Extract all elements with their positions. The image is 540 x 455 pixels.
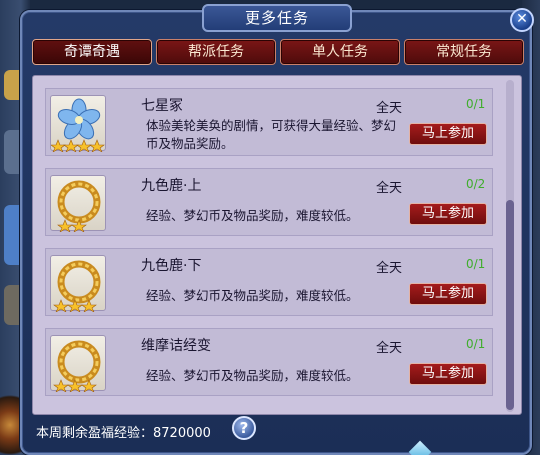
join-now-button[interactable]: 马上参加	[409, 283, 487, 305]
golden-ring-icon	[53, 340, 101, 393]
task-icon-slot[interactable]	[50, 335, 106, 393]
tab-regular-task[interactable]: 常规任务	[404, 39, 524, 65]
tab-bangpai-task[interactable]: 帮派任务	[156, 39, 276, 65]
window-title: 更多任务	[202, 4, 352, 32]
join-now-button[interactable]: 马上参加	[409, 203, 487, 225]
golden-ring-icon	[53, 260, 101, 313]
task-time: 全天	[376, 181, 403, 196]
task-name: 维摩诘经变	[141, 338, 211, 354]
task-icon-slot[interactable]	[50, 255, 106, 313]
join-now-button[interactable]: 马上参加	[409, 123, 487, 145]
scrollbar-thumb[interactable]	[506, 200, 514, 410]
task-row: 七星冢 全天 0/1 体验美轮美奂的剧情，可获得大量经验、梦幻币及物品奖励。 马…	[45, 88, 493, 156]
weekly-exp-value: 8720000	[153, 426, 211, 441]
golden-ring-icon	[57, 180, 101, 233]
gem-icon	[408, 440, 432, 455]
tab-solo-task[interactable]: 单人任务	[280, 39, 400, 65]
task-description: 经验、梦幻币及物品奖励，难度较低。	[146, 288, 359, 303]
task-list-panel: 七星冢 全天 0/1 体验美轮美奂的剧情，可获得大量经验、梦幻币及物品奖励。 马…	[32, 75, 522, 415]
join-now-button[interactable]: 马上参加	[409, 363, 487, 385]
task-name: 七星冢	[141, 98, 183, 114]
blue-flower-icon	[50, 98, 105, 153]
task-icon-slot[interactable]	[50, 175, 106, 233]
help-icon[interactable]: ?	[232, 416, 256, 440]
task-time: 全天	[376, 341, 403, 356]
task-count: 0/1	[466, 257, 486, 271]
task-description: 经验、梦幻币及物品奖励，难度较低。	[146, 208, 359, 223]
more-tasks-window: 更多任务 ✕ 奇谭奇遇 帮派任务 单人任务 常规任务 七星冢 全天 0/1 体验…	[20, 4, 534, 455]
task-row: 维摩诘经变 全天 0/1 经验、梦幻币及物品奖励，难度较低。 马上参加	[45, 328, 493, 396]
task-row: 九色鹿·下 全天 0/1 经验、梦幻币及物品奖励，难度较低。 马上参加	[45, 248, 493, 316]
close-icon[interactable]: ✕	[510, 8, 534, 32]
task-count: 0/1	[466, 337, 486, 351]
weekly-exp-info: 本周剩余盈福经验：8720000	[36, 422, 211, 441]
task-description: 经验、梦幻币及物品奖励，难度较低。	[146, 368, 359, 383]
task-tabs: 奇谭奇遇 帮派任务 单人任务 常规任务	[32, 39, 524, 67]
task-icon-slot[interactable]	[50, 95, 106, 153]
task-time: 全天	[376, 101, 403, 116]
task-row: 九色鹿·上 全天 0/2 经验、梦幻币及物品奖励，难度较低。 马上参加	[45, 168, 493, 236]
task-count: 0/2	[466, 177, 486, 191]
task-description: 体验美轮美奂的剧情，可获得大量经验、梦幻币及物品奖励。	[146, 118, 397, 151]
task-name: 九色鹿·上	[141, 178, 202, 194]
weekly-exp-label: 本周剩余盈福经验：	[36, 426, 154, 441]
task-list-scrollbar[interactable]	[506, 80, 514, 412]
tab-qitan-qiyu[interactable]: 奇谭奇遇	[32, 39, 152, 65]
task-count: 0/1	[466, 97, 486, 111]
task-time: 全天	[376, 261, 403, 276]
task-name: 九色鹿·下	[141, 258, 202, 274]
